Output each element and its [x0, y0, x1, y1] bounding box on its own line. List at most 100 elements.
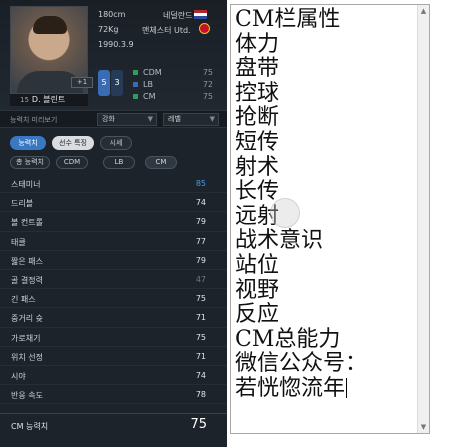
position-color-marker	[133, 94, 138, 99]
editor-line-text: CM总能力	[235, 326, 341, 352]
editor-line-text: 体力	[235, 31, 280, 57]
player-club: 맨체스터 Utd.	[142, 26, 191, 35]
stat-row: 시야 74	[0, 366, 227, 386]
overall-left-value: 5	[98, 70, 110, 96]
editor-line-text: 盘带	[235, 56, 280, 82]
stat-value: 71	[195, 351, 206, 361]
overall-right-value: 3	[111, 70, 123, 96]
player-height: 180cm	[98, 10, 126, 19]
watermark-logo	[270, 198, 300, 228]
stat-value: 71	[195, 313, 206, 323]
text-editor[interactable]: CM栏属性 体力 盘带 控球 抢断 短传 射术 长传 远射 战术意识 站位 视野 反应 CM总能力 微信公众…	[230, 4, 430, 434]
level-dropdown[interactable]: 레벨 ▼	[163, 113, 219, 126]
stat-value: 79	[195, 255, 206, 265]
editor-line-text: 长传	[235, 179, 280, 205]
stat-value: 79	[195, 217, 206, 227]
stat-table: 스태미너 85 드리블 74 볼 컨트롤 79 태클 77 짧은 패스 79 골 결정력 47 긴 패스…	[0, 174, 227, 405]
position-tabs: 총 능력치 CDM LB CM	[0, 156, 227, 172]
position-value: 75	[202, 92, 213, 101]
total-label: CM 능력치	[11, 422, 49, 431]
editor-line: 战术意识	[235, 229, 367, 254]
editor-line-text: 短传	[235, 129, 280, 155]
stat-name: 스태미너	[11, 180, 41, 189]
editor-line-text: 控球	[235, 80, 280, 106]
stat-row: 골 결정력 47	[0, 270, 227, 290]
position-ratings: CDM 75 LB 72 CM 75	[133, 67, 213, 103]
editor-text[interactable]: CM栏属性 体力 盘带 控球 抢断 短传 射术 长传 远射 战术意识 站位 视野 反应 CM总能力 微信公众…	[235, 7, 367, 402]
position-name: CDM	[143, 68, 162, 77]
player-birthdate: 1990.3.9	[98, 40, 134, 49]
club-crest-icon	[199, 23, 210, 34]
text-caret	[346, 377, 348, 398]
stat-value: 74	[195, 198, 206, 208]
stat-name: 골 결정력	[11, 275, 43, 285]
editor-line: 微信公众号：	[235, 352, 367, 377]
netherlands-flag-icon	[194, 10, 207, 19]
editor-line-text: 若恍惚流年	[235, 375, 346, 401]
stat-row: 가로채기 75	[0, 328, 227, 347]
editor-line-text: 射术	[235, 154, 280, 180]
editor-line: CM栏属性	[235, 7, 367, 33]
stat-name: 반응 속도	[11, 391, 43, 401]
stat-value: 74	[195, 370, 206, 380]
enhance-dropdown-label: 강화	[102, 115, 115, 123]
stat-name: 태클	[11, 237, 26, 247]
enhance-dropdown[interactable]: 강화 ▼	[97, 113, 157, 126]
player-number: 15	[20, 96, 29, 104]
stat-preview-bar: 능력치 미리보기 강화 ▼ 레벨 ▼	[0, 110, 227, 128]
position-value: 72	[202, 80, 213, 89]
stat-preview-label: 능력치 미리보기	[10, 116, 58, 124]
tab-cdm[interactable]: CDM	[56, 156, 88, 169]
stat-value: 85	[195, 179, 206, 188]
level-dropdown-label: 레벨	[168, 115, 181, 123]
editor-line: 射术	[235, 154, 367, 181]
editor-line-text: 反应	[235, 302, 280, 328]
info-tabs: 능력치 선수 특징 시세	[0, 136, 227, 152]
player-weight: 72Kg	[98, 25, 119, 34]
position-total-row: CM 능력치 75	[0, 413, 227, 435]
position-color-marker	[133, 82, 138, 87]
stat-row: 중거리 슛 71	[0, 308, 227, 328]
stat-row: 태클 77	[0, 232, 227, 251]
tab-traits[interactable]: 선수 특징	[52, 136, 94, 150]
stat-row: 짧은 패스 79	[0, 251, 227, 270]
editor-line-text: 视野	[235, 277, 280, 303]
chevron-down-icon: ▼	[209, 115, 215, 123]
stat-name: 가로채기	[11, 333, 41, 343]
position-row: CM 75	[133, 91, 213, 103]
editor-line: 视野	[235, 277, 367, 304]
tab-market[interactable]: 시세	[100, 136, 132, 150]
scroll-up-arrow-icon[interactable]: ▲	[418, 5, 429, 17]
position-color-marker	[133, 70, 138, 75]
stat-value: 75	[195, 294, 206, 304]
editor-line-text: CM栏属性	[235, 7, 341, 32]
editor-line: 长传	[235, 179, 367, 205]
editor-line: 反应	[235, 302, 367, 328]
editor-line: 控球	[235, 80, 367, 107]
stat-value: 75	[195, 332, 206, 342]
tab-stats[interactable]: 능력치	[10, 136, 46, 150]
editor-line: 短传	[235, 129, 367, 156]
editor-line: 盘带	[235, 56, 367, 82]
stat-name: 드리블	[11, 199, 34, 209]
tab-lb[interactable]: LB	[103, 156, 135, 169]
stat-name: 볼 컨트롤	[11, 218, 43, 228]
tab-total-stats[interactable]: 총 능력치	[10, 156, 50, 169]
vertical-scrollbar[interactable]: ▲ ▼	[417, 5, 429, 433]
position-value: 75	[202, 68, 213, 77]
player-name: D. 블린트	[31, 95, 66, 104]
overall-indicator: 5 3	[98, 70, 124, 98]
editor-line: 体力	[235, 31, 367, 58]
editor-line: 抢断	[235, 106, 367, 131]
position-name: CM	[143, 92, 156, 101]
player-card-panel: +1 15 D. 블린트 180cm 72Kg 1990.3.9 네덜란드 맨체스…	[0, 0, 227, 447]
stat-row: 위치 선정 71	[0, 347, 227, 366]
stat-value: 78	[195, 390, 206, 400]
stat-name: 긴 패스	[11, 295, 36, 305]
stat-name: 시야	[11, 371, 26, 381]
tab-cm[interactable]: CM	[145, 156, 177, 169]
editor-line-text: 微信公众号：	[235, 351, 368, 377]
stat-name: 위치 선정	[11, 352, 43, 362]
scroll-down-arrow-icon[interactable]: ▼	[418, 421, 429, 433]
position-row: LB 72	[133, 79, 213, 91]
